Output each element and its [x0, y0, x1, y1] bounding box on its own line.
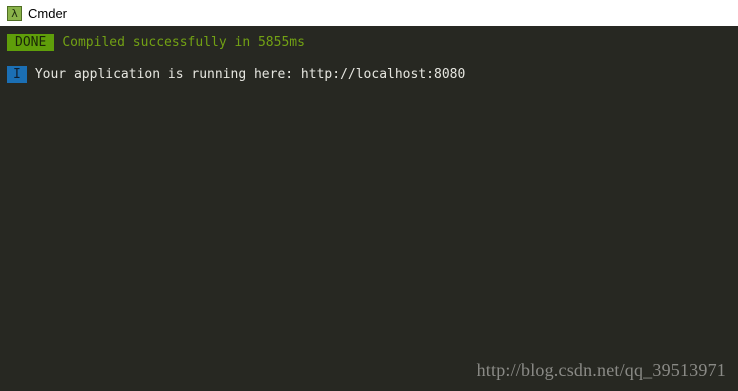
cmder-window: λ Cmder DONE Compiled successfully in 58…	[0, 0, 738, 391]
title-bar[interactable]: λ Cmder	[0, 0, 738, 26]
done-badge: DONE	[7, 34, 55, 51]
compile-status-text: Compiled successfully in 5855ms	[62, 35, 305, 50]
console-output[interactable]: DONE Compiled successfully in 5855ms I Y…	[0, 26, 738, 391]
info-badge: I	[7, 66, 27, 83]
console-line-done: DONE Compiled successfully in 5855ms	[7, 34, 305, 51]
window-title: Cmder	[28, 5, 68, 21]
console-line-info: I Your application is running here: http…	[7, 66, 465, 83]
running-url-text: Your application is running here: http:/…	[34, 67, 466, 82]
lambda-icon: λ	[7, 5, 22, 21]
watermark-text: http://blog.csdn.net/qq_39513971	[476, 360, 726, 380]
